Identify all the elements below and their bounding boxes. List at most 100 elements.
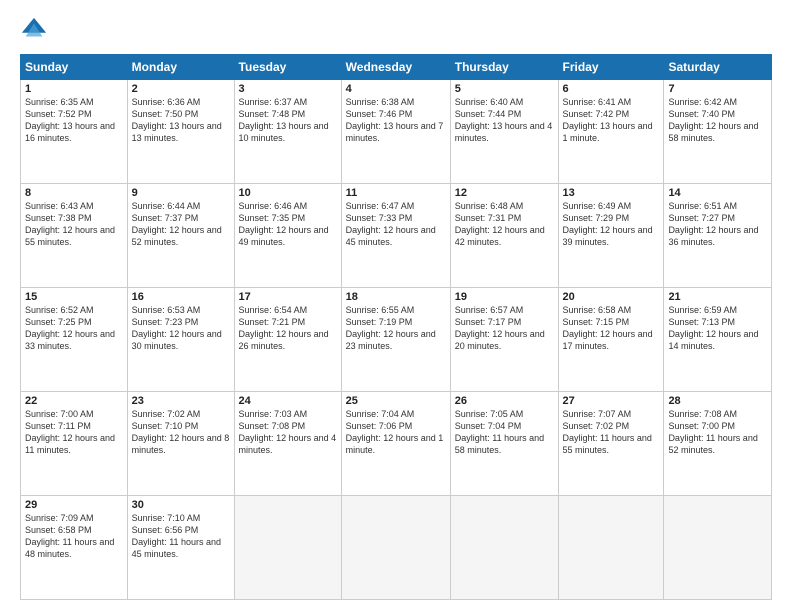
calendar-cell: 14 Sunrise: 6:51 AMSunset: 7:27 PMDayligh… bbox=[664, 184, 772, 288]
day-number: 17 bbox=[239, 291, 337, 303]
day-detail: Sunrise: 6:51 AMSunset: 7:27 PMDaylight:… bbox=[668, 201, 758, 247]
day-detail: Sunrise: 6:49 AMSunset: 7:29 PMDaylight:… bbox=[563, 201, 653, 247]
calendar-week-5: 29 Sunrise: 7:09 AMSunset: 6:58 PMDayligh… bbox=[21, 496, 772, 600]
calendar-cell bbox=[234, 496, 341, 600]
day-number: 1 bbox=[25, 83, 123, 95]
day-detail: Sunrise: 6:42 AMSunset: 7:40 PMDaylight:… bbox=[668, 97, 758, 143]
calendar-cell: 4 Sunrise: 6:38 AMSunset: 7:46 PMDaylight… bbox=[341, 80, 450, 184]
day-detail: Sunrise: 7:03 AMSunset: 7:08 PMDaylight:… bbox=[239, 409, 337, 455]
day-number: 21 bbox=[668, 291, 767, 303]
day-detail: Sunrise: 6:53 AMSunset: 7:23 PMDaylight:… bbox=[132, 305, 222, 351]
day-detail: Sunrise: 7:02 AMSunset: 7:10 PMDaylight:… bbox=[132, 409, 230, 455]
day-detail: Sunrise: 7:05 AMSunset: 7:04 PMDaylight:… bbox=[455, 409, 544, 455]
calendar-cell: 5 Sunrise: 6:40 AMSunset: 7:44 PMDaylight… bbox=[450, 80, 558, 184]
day-detail: Sunrise: 7:04 AMSunset: 7:06 PMDaylight:… bbox=[346, 409, 444, 455]
day-detail: Sunrise: 6:46 AMSunset: 7:35 PMDaylight:… bbox=[239, 201, 329, 247]
logo-icon bbox=[20, 16, 48, 44]
day-number: 8 bbox=[25, 187, 123, 199]
calendar-cell: 29 Sunrise: 7:09 AMSunset: 6:58 PMDayligh… bbox=[21, 496, 128, 600]
day-number: 25 bbox=[346, 395, 446, 407]
day-detail: Sunrise: 6:54 AMSunset: 7:21 PMDaylight:… bbox=[239, 305, 329, 351]
day-number: 15 bbox=[25, 291, 123, 303]
calendar-cell: 2 Sunrise: 6:36 AMSunset: 7:50 PMDaylight… bbox=[127, 80, 234, 184]
day-number: 18 bbox=[346, 291, 446, 303]
day-number: 24 bbox=[239, 395, 337, 407]
day-number: 5 bbox=[455, 83, 554, 95]
day-detail: Sunrise: 6:36 AMSunset: 7:50 PMDaylight:… bbox=[132, 97, 222, 143]
calendar-table: SundayMondayTuesdayWednesdayThursdayFrid… bbox=[20, 54, 772, 600]
day-detail: Sunrise: 7:07 AMSunset: 7:02 PMDaylight:… bbox=[563, 409, 652, 455]
calendar-cell: 13Sunrise: 6:49 AMSunset: 7:29 PMDayligh… bbox=[558, 184, 664, 288]
day-number: 11 bbox=[346, 187, 446, 199]
calendar-cell: 9 Sunrise: 6:44 AMSunset: 7:37 PMDaylight… bbox=[127, 184, 234, 288]
calendar-cell: 24 Sunrise: 7:03 AMSunset: 7:08 PMDayligh… bbox=[234, 392, 341, 496]
weekday-header-thursday: Thursday bbox=[450, 55, 558, 80]
day-detail: Sunrise: 7:00 AMSunset: 7:11 PMDaylight:… bbox=[25, 409, 115, 455]
day-detail: Sunrise: 6:44 AMSunset: 7:37 PMDaylight:… bbox=[132, 201, 222, 247]
day-number: 22 bbox=[25, 395, 123, 407]
weekday-header-row: SundayMondayTuesdayWednesdayThursdayFrid… bbox=[21, 55, 772, 80]
day-number: 29 bbox=[25, 499, 123, 511]
calendar-cell: 17 Sunrise: 6:54 AMSunset: 7:21 PMDayligh… bbox=[234, 288, 341, 392]
calendar-week-2: 8 Sunrise: 6:43 AMSunset: 7:38 PMDaylight… bbox=[21, 184, 772, 288]
weekday-header-wednesday: Wednesday bbox=[341, 55, 450, 80]
calendar-cell: 3 Sunrise: 6:37 AMSunset: 7:48 PMDaylight… bbox=[234, 80, 341, 184]
day-number: 16 bbox=[132, 291, 230, 303]
day-number: 26 bbox=[455, 395, 554, 407]
day-detail: Sunrise: 6:55 AMSunset: 7:19 PMDaylight:… bbox=[346, 305, 436, 351]
day-detail: Sunrise: 7:09 AMSunset: 6:58 PMDaylight:… bbox=[25, 513, 114, 559]
calendar-week-1: 1Sunrise: 6:35 AMSunset: 7:52 PMDaylight… bbox=[21, 80, 772, 184]
calendar-cell: 11Sunrise: 6:47 AMSunset: 7:33 PMDayligh… bbox=[341, 184, 450, 288]
calendar-cell: 18 Sunrise: 6:55 AMSunset: 7:19 PMDayligh… bbox=[341, 288, 450, 392]
calendar-cell: 25 Sunrise: 7:04 AMSunset: 7:06 PMDayligh… bbox=[341, 392, 450, 496]
logo bbox=[20, 16, 52, 44]
calendar-cell: 21 Sunrise: 6:59 AMSunset: 7:13 PMDayligh… bbox=[664, 288, 772, 392]
calendar-week-4: 22 Sunrise: 7:00 AMSunset: 7:11 PMDayligh… bbox=[21, 392, 772, 496]
calendar-cell: 6 Sunrise: 6:41 AMSunset: 7:42 PMDaylight… bbox=[558, 80, 664, 184]
day-number: 4 bbox=[346, 83, 446, 95]
day-number: 7 bbox=[668, 83, 767, 95]
day-detail: Sunrise: 6:40 AMSunset: 7:44 PMDaylight:… bbox=[455, 97, 553, 143]
day-number: 2 bbox=[132, 83, 230, 95]
day-number: 20 bbox=[563, 291, 660, 303]
day-number: 27 bbox=[563, 395, 660, 407]
day-number: 28 bbox=[668, 395, 767, 407]
calendar-cell: 23Sunrise: 7:02 AMSunset: 7:10 PMDayligh… bbox=[127, 392, 234, 496]
day-number: 6 bbox=[563, 83, 660, 95]
weekday-header-tuesday: Tuesday bbox=[234, 55, 341, 80]
calendar-cell: 30Sunrise: 7:10 AMSunset: 6:56 PMDayligh… bbox=[127, 496, 234, 600]
calendar-cell bbox=[664, 496, 772, 600]
day-number: 14 bbox=[668, 187, 767, 199]
calendar-cell bbox=[450, 496, 558, 600]
day-number: 10 bbox=[239, 187, 337, 199]
weekday-header-friday: Friday bbox=[558, 55, 664, 80]
calendar-cell: 7 Sunrise: 6:42 AMSunset: 7:40 PMDaylight… bbox=[664, 80, 772, 184]
day-number: 12 bbox=[455, 187, 554, 199]
day-detail: Sunrise: 7:10 AMSunset: 6:56 PMDaylight:… bbox=[132, 513, 221, 559]
day-detail: Sunrise: 6:41 AMSunset: 7:42 PMDaylight:… bbox=[563, 97, 653, 143]
day-detail: Sunrise: 6:52 AMSunset: 7:25 PMDaylight:… bbox=[25, 305, 115, 351]
calendar-cell bbox=[341, 496, 450, 600]
calendar-week-3: 15 Sunrise: 6:52 AMSunset: 7:25 PMDayligh… bbox=[21, 288, 772, 392]
weekday-header-sunday: Sunday bbox=[21, 55, 128, 80]
day-number: 19 bbox=[455, 291, 554, 303]
calendar-cell: 19 Sunrise: 6:57 AMSunset: 7:17 PMDayligh… bbox=[450, 288, 558, 392]
calendar-cell bbox=[558, 496, 664, 600]
day-detail: Sunrise: 6:43 AMSunset: 7:38 PMDaylight:… bbox=[25, 201, 115, 247]
calendar-cell: 10 Sunrise: 6:46 AMSunset: 7:35 PMDayligh… bbox=[234, 184, 341, 288]
calendar-cell: 12Sunrise: 6:48 AMSunset: 7:31 PMDayligh… bbox=[450, 184, 558, 288]
calendar-cell: 15 Sunrise: 6:52 AMSunset: 7:25 PMDayligh… bbox=[21, 288, 128, 392]
day-number: 9 bbox=[132, 187, 230, 199]
day-detail: Sunrise: 6:38 AMSunset: 7:46 PMDaylight:… bbox=[346, 97, 444, 143]
calendar-cell: 22 Sunrise: 7:00 AMSunset: 7:11 PMDayligh… bbox=[21, 392, 128, 496]
day-detail: Sunrise: 7:08 AMSunset: 7:00 PMDaylight:… bbox=[668, 409, 757, 455]
day-detail: Sunrise: 6:58 AMSunset: 7:15 PMDaylight:… bbox=[563, 305, 653, 351]
calendar-cell: 27 Sunrise: 7:07 AMSunset: 7:02 PMDayligh… bbox=[558, 392, 664, 496]
weekday-header-saturday: Saturday bbox=[664, 55, 772, 80]
weekday-header-monday: Monday bbox=[127, 55, 234, 80]
day-detail: Sunrise: 6:59 AMSunset: 7:13 PMDaylight:… bbox=[668, 305, 758, 351]
day-number: 3 bbox=[239, 83, 337, 95]
day-detail: Sunrise: 6:57 AMSunset: 7:17 PMDaylight:… bbox=[455, 305, 545, 351]
day-detail: Sunrise: 6:37 AMSunset: 7:48 PMDaylight:… bbox=[239, 97, 329, 143]
calendar-cell: 26 Sunrise: 7:05 AMSunset: 7:04 PMDayligh… bbox=[450, 392, 558, 496]
